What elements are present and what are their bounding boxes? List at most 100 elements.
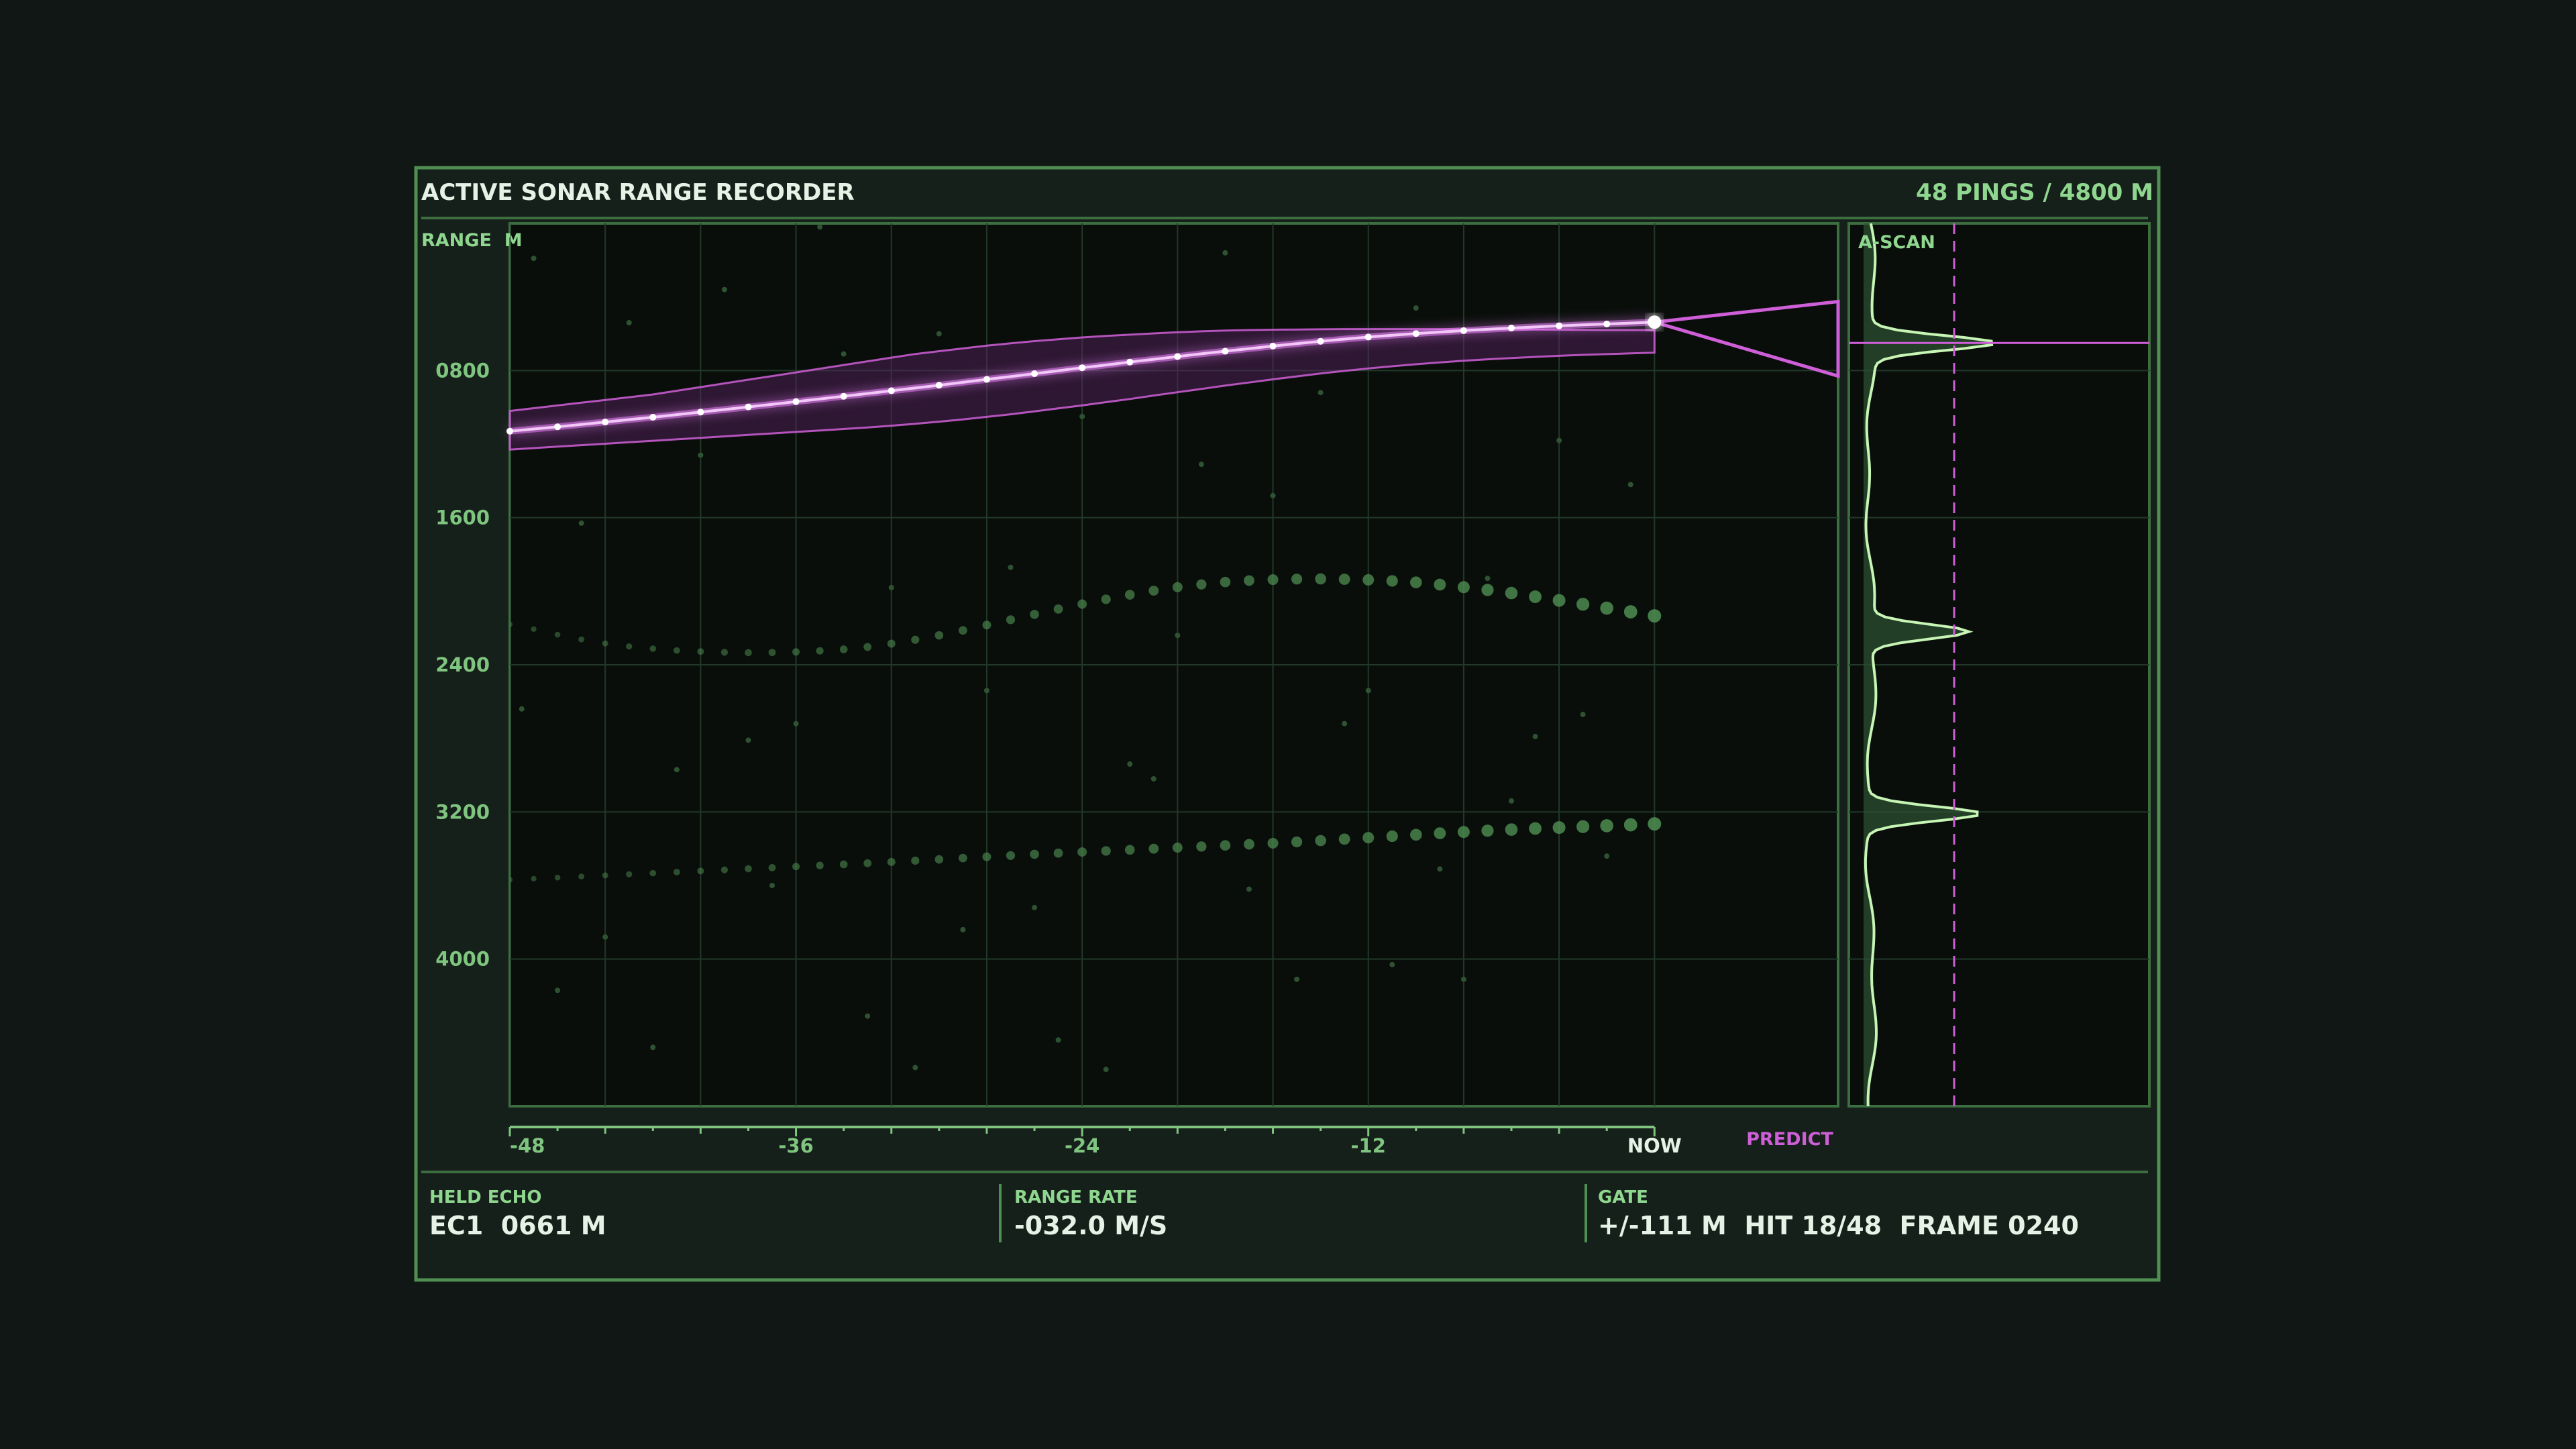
clutter-dot — [721, 286, 727, 292]
echo-dot — [1362, 832, 1375, 844]
held-track-point — [1269, 342, 1277, 350]
echo-dot — [578, 636, 585, 643]
held-track-point — [697, 409, 704, 416]
echo-dot — [673, 869, 680, 875]
echo-dot — [792, 863, 800, 871]
held-track-point — [1079, 364, 1086, 372]
clutter-dot — [1556, 437, 1562, 443]
echo-dot — [1172, 582, 1183, 592]
held-track-point — [1507, 325, 1515, 332]
clutter-dot — [1342, 720, 1348, 727]
clutter-dot — [1460, 976, 1466, 982]
clutter-dot — [1079, 413, 1085, 419]
held-track-point — [1412, 330, 1419, 337]
echo-dot — [1006, 615, 1016, 625]
echo-dot — [1006, 851, 1016, 860]
clutter-dot — [793, 720, 799, 727]
clutter-dot — [841, 351, 847, 357]
held-track-point — [1031, 370, 1038, 377]
gate-value: +/-111 M HIT 18/48 FRAME 0240 — [1598, 1211, 2079, 1240]
clutter-dot — [1580, 712, 1586, 718]
clutter-dot — [983, 688, 989, 694]
held-track-point — [1556, 322, 1563, 329]
held-track-point — [506, 427, 513, 435]
echo-dot — [1030, 849, 1039, 859]
echo-dot — [1220, 840, 1231, 851]
clutter-dot — [1437, 866, 1443, 872]
held-track-point — [1364, 333, 1372, 341]
echo-dot — [1386, 575, 1398, 587]
echo-dot — [1291, 836, 1303, 848]
clutter-dot — [650, 1044, 656, 1051]
echo-dot — [649, 869, 657, 877]
clutter-dot — [888, 584, 894, 590]
echo-dot — [531, 626, 537, 632]
range-rate-value: -032.0 M/S — [1014, 1211, 1167, 1240]
held-track-point — [1126, 358, 1134, 366]
gate-label: GATE — [1598, 1187, 1648, 1208]
echo-dot — [1552, 594, 1566, 607]
echo-dot — [1148, 843, 1159, 854]
clutter-dot — [602, 934, 608, 940]
held-track-point — [983, 376, 990, 383]
echo-dot — [1196, 841, 1207, 852]
echo-dot — [934, 855, 944, 864]
sonar-display: ACTIVE SONAR RANGE RECORDER 48 PINGS / 4… — [414, 166, 2161, 1282]
echo-dot — [697, 867, 704, 875]
echo-dot — [1030, 610, 1039, 619]
echo-dot — [1124, 590, 1135, 600]
echo-dot — [745, 649, 752, 657]
echo-dot — [1315, 573, 1326, 585]
clutter-dot — [1008, 564, 1014, 570]
echo-dot — [1267, 574, 1279, 586]
held-track-point — [792, 398, 800, 405]
ping-summary: 48 PINGS / 4800 M — [1916, 179, 2153, 206]
echo-dot — [1267, 837, 1279, 849]
echo-dot — [1434, 827, 1446, 840]
held-track-point — [1222, 347, 1229, 355]
held-track-point — [840, 392, 847, 400]
y-tick-label: 4000 — [435, 948, 490, 971]
clutter-dot — [698, 452, 704, 458]
echo-dot — [1623, 818, 1638, 832]
echo-dot — [1124, 845, 1135, 855]
echo-dot — [649, 645, 657, 652]
echo-dot — [1362, 574, 1375, 586]
echo-dot — [1338, 833, 1350, 845]
clutter-dot — [1389, 961, 1395, 967]
echo-dot — [554, 631, 561, 638]
echo-dot — [1291, 574, 1303, 585]
x-tick-label: -36 — [778, 1134, 813, 1157]
held-track-point — [888, 387, 895, 394]
clutter-dot — [817, 224, 823, 230]
echo-dot — [1315, 835, 1326, 847]
clutter-dot — [1270, 492, 1276, 498]
clutter-dot — [1413, 305, 1419, 311]
clutter-dot — [555, 987, 561, 994]
echo-dot — [816, 647, 824, 655]
echo-dot — [578, 873, 585, 879]
clutter-dot — [865, 1013, 871, 1019]
held-track-point — [1317, 337, 1324, 345]
clutter-dot — [912, 1065, 918, 1071]
echo-dot — [1457, 826, 1470, 839]
echo-dot — [602, 640, 608, 647]
echo-dot — [1244, 575, 1254, 586]
clutter-dot — [519, 706, 525, 712]
clutter-dot — [1294, 976, 1300, 982]
clutter-dot — [1127, 761, 1133, 767]
clutter-dot — [960, 926, 966, 932]
echo-dot — [863, 643, 872, 651]
held-track-point — [1174, 353, 1181, 360]
held-track-point — [602, 419, 609, 426]
echo-dot — [1481, 584, 1494, 596]
x-tick-label: -12 — [1351, 1134, 1386, 1157]
clutter-dot — [769, 883, 775, 888]
clutter-dot — [531, 256, 537, 262]
echo-dot — [531, 875, 537, 881]
y-tick-label: 0800 — [435, 359, 490, 382]
echo-dot — [887, 857, 896, 866]
echo-dot — [626, 871, 633, 877]
echo-dot — [1338, 574, 1350, 585]
echo-dot — [1600, 819, 1613, 833]
